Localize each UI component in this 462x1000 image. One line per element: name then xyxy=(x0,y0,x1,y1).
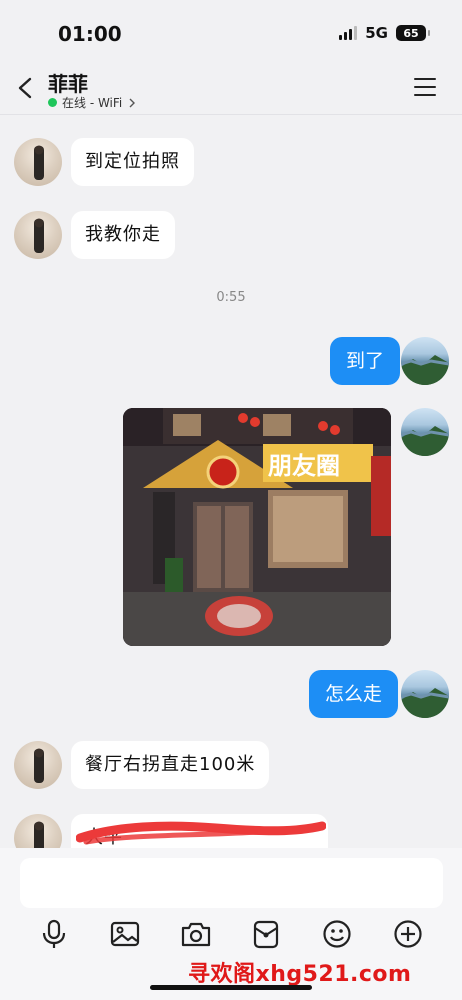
header-divider xyxy=(0,114,462,115)
status-time: 01:00 xyxy=(58,22,122,46)
message-bubble[interactable]: 到定位拍照 xyxy=(71,138,194,186)
my-avatar[interactable] xyxy=(401,337,449,385)
plus-icon[interactable] xyxy=(392,918,424,950)
emoji-icon[interactable] xyxy=(321,918,353,950)
battery-level: 65 xyxy=(403,26,419,40)
status-indicators: 5G 65 xyxy=(339,24,430,42)
signal-icon xyxy=(339,26,358,40)
message-bubble[interactable]: 我教你走 xyxy=(71,211,175,259)
online-status-text: 在线 - WiFi xyxy=(62,96,123,110)
image-message[interactable]: 朋友圈 xyxy=(123,408,391,646)
online-dot-icon xyxy=(48,98,57,107)
message-bubble-outgoing[interactable]: 怎么走 xyxy=(309,670,399,718)
message-bubble-outgoing[interactable]: 到了 xyxy=(330,337,401,385)
message-input[interactable] xyxy=(20,858,443,908)
shop-sign-text: 朋友圈 xyxy=(268,452,340,480)
back-icon[interactable] xyxy=(14,76,38,100)
online-status[interactable]: 在线 - WiFi xyxy=(48,94,137,111)
contact-name[interactable]: 菲菲 xyxy=(48,68,88,97)
redaction-scribble xyxy=(76,821,326,845)
message-bubble[interactable]: 餐厅右拐直走100米 xyxy=(71,741,270,789)
watermark-text: 寻欢阁xhg521.com xyxy=(188,962,412,987)
mic-icon[interactable] xyxy=(38,918,70,950)
restaurant-photo: 朋友圈 xyxy=(123,408,391,646)
network-type: 5G xyxy=(365,24,388,42)
battery-icon: 65 xyxy=(396,25,430,41)
contact-avatar[interactable] xyxy=(14,741,62,789)
my-avatar[interactable] xyxy=(401,670,449,718)
contact-avatar[interactable] xyxy=(14,138,62,186)
chevron-right-icon xyxy=(129,98,136,107)
my-avatar[interactable] xyxy=(401,408,449,456)
red-packet-icon[interactable] xyxy=(250,918,282,950)
menu-icon[interactable] xyxy=(414,78,436,96)
camera-icon[interactable] xyxy=(180,918,212,950)
contact-avatar[interactable] xyxy=(14,211,62,259)
home-indicator[interactable] xyxy=(150,985,312,990)
time-separator: 0:55 xyxy=(216,290,246,305)
image-icon[interactable] xyxy=(109,918,141,950)
